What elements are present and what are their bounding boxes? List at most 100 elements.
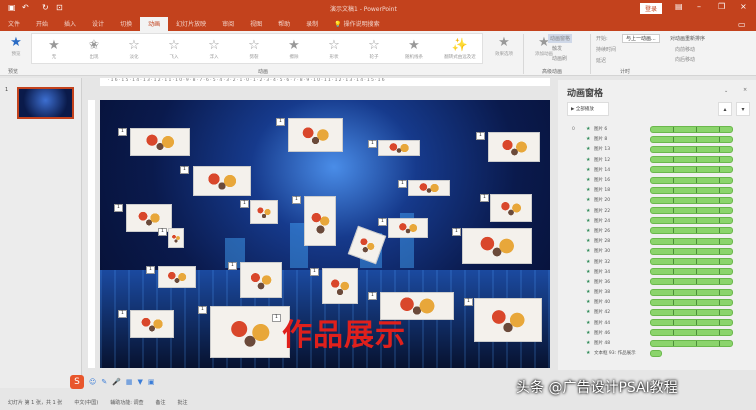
save-icon[interactable]: ▣ xyxy=(8,3,16,12)
effect-none[interactable]: ★ 无 xyxy=(36,38,72,60)
timeline-bar[interactable] xyxy=(650,329,733,337)
effect-float-in[interactable]: ☆ 浮入 xyxy=(196,38,232,60)
animation-item[interactable]: ★ 图片 32 xyxy=(572,256,733,266)
timeline-bar[interactable] xyxy=(650,176,733,184)
tab-file[interactable]: 文件 xyxy=(0,17,28,31)
timeline-bar[interactable] xyxy=(650,349,662,357)
slide-picture[interactable] xyxy=(304,196,336,246)
timeline-bar[interactable] xyxy=(650,339,733,347)
effect-appear[interactable]: ✬ 出现 xyxy=(76,38,112,60)
timeline-bar[interactable] xyxy=(650,288,733,296)
timeline-bar[interactable] xyxy=(650,217,733,225)
tab-home[interactable]: 开始 xyxy=(28,17,56,31)
animation-item[interactable]: ★ 图片 18 xyxy=(572,185,733,195)
effect-grow-turn[interactable]: ✨ 翻转式由远及近 xyxy=(438,38,482,60)
slide-picture[interactable] xyxy=(462,228,532,264)
timeline-bar[interactable] xyxy=(650,207,733,215)
slide-picture[interactable] xyxy=(408,180,450,196)
timeline-bar[interactable] xyxy=(650,319,733,327)
animation-item[interactable]: 0 ★ 图片 6 xyxy=(572,124,733,134)
slide-picture[interactable] xyxy=(488,132,540,162)
animation-item[interactable]: ★ 图片 24 xyxy=(572,216,733,226)
animation-item[interactable]: ★ 图片 20 xyxy=(572,195,733,205)
redo-icon[interactable]: ↻ xyxy=(42,3,49,12)
timeline-bar[interactable] xyxy=(650,156,733,164)
animation-painter-button[interactable]: 动画刷 xyxy=(552,55,567,62)
start-dropdown[interactable]: 与上一动画... xyxy=(622,34,660,43)
microphone-icon[interactable]: 🎤 xyxy=(112,378,121,386)
ribbon-display-icon[interactable]: ▤ xyxy=(675,2,683,11)
timeline-bar[interactable] xyxy=(650,145,733,153)
minimize-icon[interactable]: – xyxy=(697,2,701,11)
animation-item[interactable]: ★ 图片 40 xyxy=(572,297,733,307)
slide-picture[interactable] xyxy=(193,166,251,196)
sign-in-button[interactable]: 登录 xyxy=(640,3,663,14)
slide-picture[interactable] xyxy=(288,118,343,152)
tab-help[interactable]: 帮助 xyxy=(270,17,298,31)
tell-me-search[interactable]: 💡 操作说明搜索 xyxy=(326,17,387,31)
animation-item[interactable]: ★ 文本框 93: 作品展示 xyxy=(572,348,733,358)
animation-item[interactable]: ★ 图片 12 xyxy=(572,155,733,165)
sogou-logo-icon[interactable]: S xyxy=(70,375,84,389)
timeline-bar[interactable] xyxy=(650,298,733,306)
timeline-bar[interactable] xyxy=(650,227,733,235)
animation-item[interactable]: ★ 图片 48 xyxy=(572,338,733,348)
move-earlier-button[interactable]: 向前移动 xyxy=(675,46,695,53)
pane-close-icon[interactable]: × xyxy=(743,87,747,93)
slide-picture[interactable] xyxy=(130,310,174,338)
animation-item[interactable]: ★ 图片 13 xyxy=(572,144,733,154)
effect-fade[interactable]: ☆ 淡化 xyxy=(116,38,152,60)
slide-picture[interactable] xyxy=(158,266,196,288)
slide-thumbnail[interactable] xyxy=(17,87,74,119)
close-icon[interactable]: × xyxy=(740,2,747,11)
animation-item[interactable]: ★ 图片 30 xyxy=(572,246,733,256)
undo-icon[interactable]: ↶ xyxy=(22,3,29,12)
tab-record[interactable]: 录制 xyxy=(298,17,326,31)
accessibility-status[interactable]: 辅助功能: 调查 xyxy=(110,399,143,407)
effect-fly-in[interactable]: ☆ 飞入 xyxy=(156,38,192,60)
language-status[interactable]: 中文(中国) xyxy=(74,399,98,407)
animation-item[interactable]: ★ 图片 42 xyxy=(572,307,733,317)
slide-picture[interactable] xyxy=(168,228,184,248)
timeline-bar[interactable] xyxy=(650,278,733,286)
animation-item[interactable]: ★ 图片 28 xyxy=(572,236,733,246)
pane-options-icon[interactable]: ⌄ xyxy=(724,88,728,94)
keyboard-icon[interactable]: ▦ xyxy=(126,378,133,386)
play-all-button[interactable]: ▶ 全部播放 xyxy=(567,102,609,116)
effect-wipe[interactable]: ★ 擦除 xyxy=(276,38,312,60)
toolbox-icon[interactable]: ▣ xyxy=(148,378,155,386)
animation-item[interactable]: ★ 图片 14 xyxy=(572,165,733,175)
tab-insert[interactable]: 插入 xyxy=(56,17,84,31)
skin-icon[interactable]: ▼ xyxy=(138,378,143,386)
animation-pane-button[interactable]: 动画窗格 xyxy=(548,34,573,43)
timeline-bar[interactable] xyxy=(650,166,733,174)
start-from-beginning-icon[interactable]: ⊡ xyxy=(56,3,63,12)
timeline-bar[interactable] xyxy=(650,258,733,266)
tab-design[interactable]: 设计 xyxy=(84,17,112,31)
trigger-button[interactable]: 触发 xyxy=(552,45,562,52)
effect-shape[interactable]: ☆ 形状 xyxy=(316,38,352,60)
tab-transitions[interactable]: 切换 xyxy=(112,17,140,31)
timeline-bar[interactable] xyxy=(650,237,733,245)
tab-view[interactable]: 视图 xyxy=(242,17,270,31)
animation-item[interactable]: ★ 图片 38 xyxy=(572,287,733,297)
move-later-button[interactable]: 向后移动 xyxy=(675,56,695,63)
animation-item[interactable]: ★ 图片 8 xyxy=(572,134,733,144)
emoji-icon[interactable]: ☺ xyxy=(89,378,96,386)
animation-item[interactable]: ★ 图片 34 xyxy=(572,267,733,277)
slide-picture[interactable] xyxy=(388,218,428,238)
preview-button[interactable]: ★ 预览 xyxy=(0,35,34,57)
notes-button[interactable]: 备注 xyxy=(156,399,166,407)
tab-animations[interactable]: 动画 xyxy=(140,17,169,31)
comments-button[interactable]: 批注 xyxy=(178,399,188,407)
effect-random-bars[interactable]: ★ 随机线条 xyxy=(396,38,432,60)
slide-picture[interactable] xyxy=(240,262,282,298)
effect-wheel[interactable]: ☆ 轮子 xyxy=(356,38,392,60)
move-up-button[interactable]: ▴ xyxy=(718,102,732,116)
slide-picture[interactable] xyxy=(490,194,532,222)
slide-picture[interactable] xyxy=(130,128,190,156)
timeline-bar[interactable] xyxy=(650,125,733,133)
slide-picture[interactable] xyxy=(474,298,542,342)
timeline-bar[interactable] xyxy=(650,268,733,276)
timeline-bar[interactable] xyxy=(650,135,733,143)
